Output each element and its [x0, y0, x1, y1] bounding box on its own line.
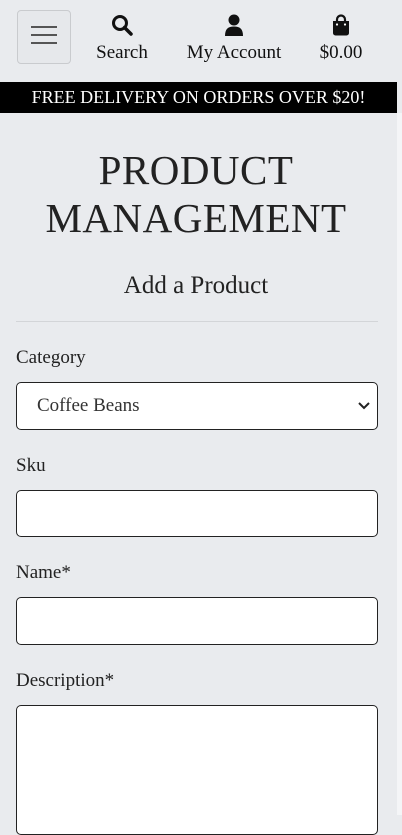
delivery-banner: FREE DELIVERY ON ORDERS OVER $20!: [0, 82, 397, 113]
hamburger-icon: [31, 25, 57, 50]
category-selected-value: Coffee Beans: [37, 395, 140, 416]
name-label: Name*: [16, 562, 71, 583]
page-title: PRODUCT MANAGEMENT: [0, 146, 392, 242]
shopping-bag-icon: [312, 10, 370, 36]
sku-input[interactable]: [16, 490, 378, 537]
page-subtitle: Add a Product: [123, 272, 269, 299]
page-title-line-2: MANAGEMENT: [45, 195, 347, 241]
cart-nav-link[interactable]: $0.00: [312, 10, 370, 64]
account-label: My Account: [186, 42, 282, 63]
account-nav-link[interactable]: My Account: [182, 10, 286, 64]
divider: [16, 321, 378, 322]
page-title-line-1: PRODUCT: [98, 147, 294, 193]
search-nav-link[interactable]: Search: [92, 10, 152, 64]
name-input[interactable]: [16, 597, 378, 645]
scrollbar-track[interactable]: [397, 113, 402, 815]
cart-total: $0.00: [319, 42, 363, 63]
search-icon: [92, 10, 152, 36]
category-select[interactable]: Coffee Beans: [16, 382, 378, 430]
user-icon: [182, 10, 286, 36]
chevron-down-icon: [357, 398, 371, 420]
description-textarea[interactable]: [16, 705, 378, 835]
search-label: Search: [96, 42, 148, 63]
top-navbar: Search My Account $0.00: [0, 0, 402, 82]
sku-label: Sku: [16, 455, 46, 476]
category-label: Category: [16, 347, 86, 368]
description-label: Description*: [16, 670, 115, 691]
menu-toggle-button[interactable]: [17, 10, 71, 64]
